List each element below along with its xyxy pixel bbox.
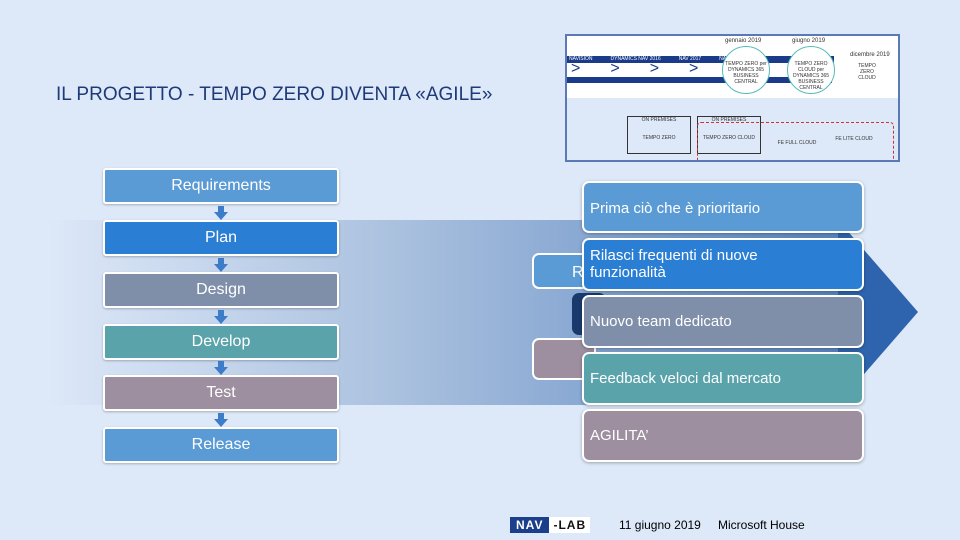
agile-point-label: AGILITA’ (590, 427, 649, 444)
product-name: FE LITE CLOUD (835, 136, 873, 142)
logo-text: NAV (510, 517, 550, 533)
roadmap-arrows: >>>> (571, 60, 729, 77)
agile-point-label: Rilasci frequenti di nuove funzionalità (590, 247, 758, 281)
product-name: TEMPO ZERO (642, 135, 676, 141)
step-release: Release (103, 427, 339, 463)
down-arrow-icon (214, 310, 228, 324)
step-test: Test (103, 375, 339, 411)
down-arrow-icon (214, 361, 228, 375)
down-arrow-icon (214, 258, 228, 272)
product-tag: ON PREMISES (641, 117, 677, 123)
agile-point: Prima ciò che è prioritario (582, 181, 864, 233)
product-name: FE FULL CLOUD (777, 140, 817, 146)
step-requirements: Requirements (103, 168, 339, 204)
navlab-logo: NAV -LAB (510, 517, 602, 533)
agile-point: AGILITA’ (582, 409, 864, 462)
slide-title: IL PROGETTO - TEMPO ZERO DIVENTA «AGILE» (56, 84, 493, 105)
down-arrow-icon (214, 413, 228, 427)
step-label: Plan (204, 229, 238, 246)
footer-date: 11 giugno 2019 (619, 518, 701, 532)
step-label: Release (191, 436, 251, 453)
milestone-circle: TEMPO ZERO per DYNAMICS 365 BUSINESS CEN… (722, 46, 770, 94)
footer-venue: Microsoft House (718, 518, 805, 532)
step-develop: Develop (103, 324, 339, 360)
step-design: Design (103, 272, 339, 308)
agile-point-label: Nuovo team dedicato (590, 313, 732, 330)
roadmap-date: giugno 2019 (792, 38, 826, 44)
step-label: Design (196, 281, 246, 298)
roadmap-date: dicembre 2019 (850, 52, 890, 58)
agile-point-label: Prima ciò che è prioritario (590, 200, 761, 217)
agile-point: Rilasci frequenti di nuove funzionalità (582, 238, 864, 291)
step-label: Develop (191, 333, 251, 350)
roadmap-date: gennaio 2019 (725, 38, 762, 44)
milestone-label: TEMPO ZERO CLOUD (858, 63, 876, 81)
step-label: Test (206, 384, 236, 401)
step-plan: Plan (103, 220, 339, 256)
agile-point: Nuovo team dedicato (582, 295, 864, 348)
roadmap-image: gennaio 2019 giugno 2019 dicembre 2019 N… (565, 34, 900, 162)
down-arrow-icon (214, 206, 228, 220)
step-label: Requirements (171, 177, 271, 194)
agile-point: Feedback veloci dal mercato (582, 352, 864, 405)
milestone-circle: TEMPO ZERO CLOUD per DYNAMICS 365 BUSINE… (787, 46, 835, 94)
logo-text: -LAB (549, 517, 591, 533)
agile-point-label: Feedback veloci dal mercato (590, 370, 781, 387)
